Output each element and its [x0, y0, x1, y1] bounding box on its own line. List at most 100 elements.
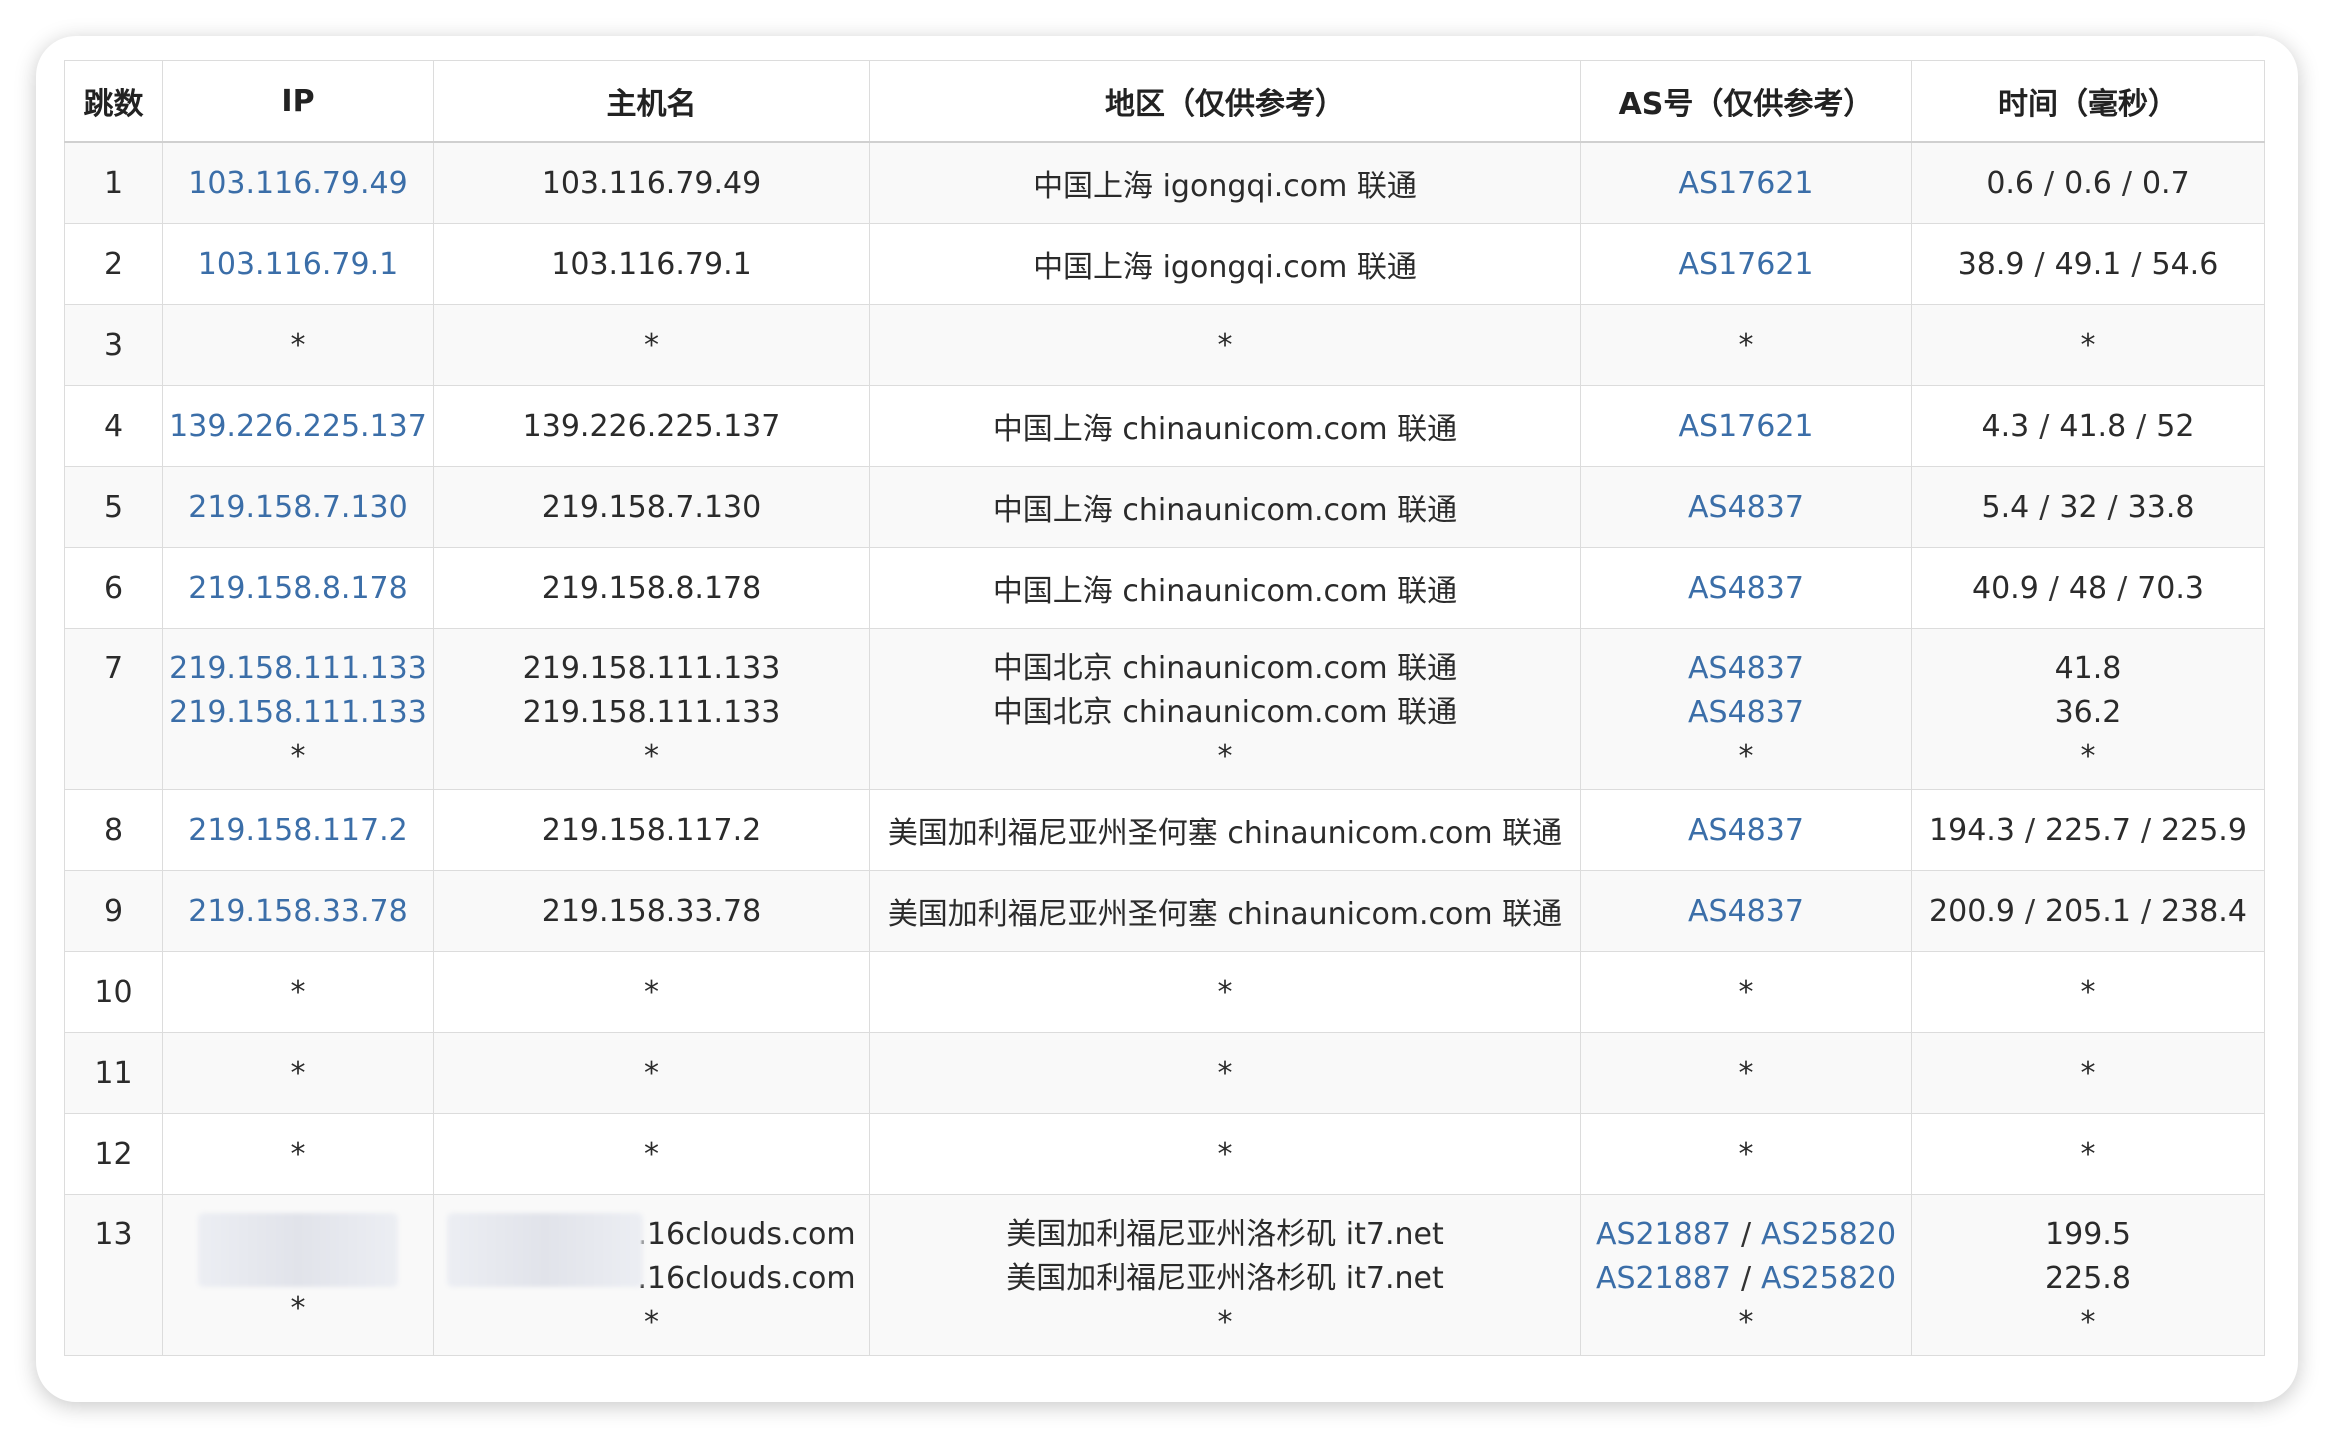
ip-link[interactable]: 103.116.79.1	[198, 247, 398, 282]
time-cell: 0.6/0.6/0.7	[1911, 141, 2265, 224]
region-line: 中国北京 chinaunicom.com 联通	[992, 695, 1458, 730]
ip-cell: 219.158.7.130	[162, 466, 434, 548]
region-line: *	[1217, 739, 1233, 774]
time-value: 205.1	[2045, 893, 2131, 929]
as-cell: AS4837 AS4837 *	[1580, 628, 1912, 790]
as-link[interactable]: AS21887	[1596, 1261, 1731, 1296]
ip-link[interactable]: 219.158.111.133	[169, 691, 427, 735]
time-value: 200.9	[1929, 893, 2015, 929]
ip-link[interactable]: 219.158.7.130	[188, 490, 407, 525]
as-cell: AS4837	[1580, 466, 1912, 548]
hostname-line: .16clouds.com	[637, 1217, 856, 1252]
table-row: 11 * * * * *	[64, 1032, 2265, 1114]
ip-link[interactable]: 219.158.8.178	[188, 571, 407, 606]
hostname-cell: 103.116.79.1	[433, 223, 870, 305]
time-value: 238.4	[2161, 893, 2247, 929]
ip-link[interactable]: 103.116.79.49	[188, 166, 407, 201]
table-header-row: 跳数 IP 主机名 地区（仅供参考） AS号（仅供参考） 时间（毫秒）	[64, 60, 2265, 143]
table-row: 4 139.226.225.137 139.226.225.137 中国上海 c…	[64, 385, 2265, 467]
as-link[interactable]: AS17621	[1679, 247, 1814, 282]
as-cell: *	[1580, 951, 1912, 1033]
as-link[interactable]: AS21887	[1596, 1217, 1731, 1252]
hostname-cell: *	[433, 304, 870, 386]
time-separator: /	[2131, 246, 2142, 282]
as-link[interactable]: AS4837	[1587, 647, 1905, 691]
redacted-ip	[198, 1213, 398, 1287]
ip-cell: *	[162, 1194, 434, 1356]
ip-cell: 219.158.33.78	[162, 870, 434, 952]
hop-number: 6	[64, 547, 163, 629]
hop-number: 9	[64, 870, 163, 952]
traceroute-table: 跳数 IP 主机名 地区（仅供参考） AS号（仅供参考） 时间（毫秒） 1 10…	[64, 60, 2265, 1356]
hostname-cell: 103.116.79.49	[433, 141, 870, 224]
time-cell: 200.9/205.1/238.4	[1911, 870, 2265, 952]
time-separator: /	[2048, 570, 2059, 606]
as-link[interactable]: AS4837	[1688, 490, 1804, 525]
hostname-line: .16clouds.com	[637, 1261, 856, 1296]
traceroute-card: 跳数 IP 主机名 地区（仅供参考） AS号（仅供参考） 时间（毫秒） 1 10…	[36, 36, 2298, 1402]
table-row: 6 219.158.8.178 219.158.8.178 中国上海 china…	[64, 547, 2265, 629]
region-cell: *	[869, 1113, 1581, 1195]
hostname-cell: 219.158.7.130	[433, 466, 870, 548]
hostname-line: *	[644, 739, 659, 774]
time-cell: 40.9/48/70.3	[1911, 547, 2265, 629]
hostname-redacted-group: .16clouds.com .16clouds.com	[440, 1213, 863, 1301]
table-row: 5 219.158.7.130 219.158.7.130 中国上海 china…	[64, 466, 2265, 548]
region-cell: *	[869, 1032, 1581, 1114]
time-value: 225.9	[2161, 812, 2247, 848]
as-link[interactable]: AS17621	[1679, 409, 1814, 444]
table-row: 2 103.116.79.1 103.116.79.1 中国上海 igongqi…	[64, 223, 2265, 305]
ip-link[interactable]: 219.158.111.133	[169, 647, 427, 691]
as-link[interactable]: AS17621	[1679, 166, 1814, 201]
time-separator: /	[2039, 408, 2050, 444]
region-cell: *	[869, 304, 1581, 386]
hop-number: 8	[64, 789, 163, 871]
time-separator: /	[2107, 489, 2118, 525]
ip-link[interactable]: 219.158.117.2	[188, 813, 407, 848]
hostname-timeout: *	[644, 1305, 659, 1340]
ip-link[interactable]: 139.226.225.137	[169, 409, 427, 444]
time-cell: 38.9/49.1/54.6	[1911, 223, 2265, 305]
as-link[interactable]: AS4837	[1587, 691, 1905, 735]
table-row: 8 219.158.117.2 219.158.117.2 美国加利福尼亚州圣何…	[64, 789, 2265, 871]
ip-cell: *	[162, 304, 434, 386]
time-separator: /	[2140, 893, 2152, 929]
header-time: 时间（毫秒）	[1911, 60, 2265, 143]
header-as: AS号（仅供参考）	[1580, 60, 1912, 143]
time-cell: *	[1911, 1032, 2265, 1114]
ip-timeout: *	[290, 739, 306, 774]
ip-link[interactable]: 219.158.33.78	[188, 894, 407, 929]
as-link[interactable]: AS4837	[1688, 571, 1804, 606]
time-separator: /	[2039, 489, 2050, 525]
as-link[interactable]: AS25820	[1761, 1217, 1896, 1252]
header-region: 地区（仅供参考）	[869, 60, 1581, 143]
as-link[interactable]: AS4837	[1688, 894, 1804, 929]
hop-number: 1	[64, 141, 163, 224]
hostname-line: 219.158.111.133	[522, 651, 781, 686]
as-cell: AS17621	[1580, 385, 1912, 467]
region-line: 美国加利福尼亚州洛杉矶 it7.net	[1006, 1217, 1444, 1252]
ip-cell: *	[162, 1113, 434, 1195]
hostname-cell: 219.158.8.178	[433, 547, 870, 629]
as-pair: AS21887 / AS25820	[1587, 1257, 1905, 1301]
hop-number: 5	[64, 466, 163, 548]
time-separator: /	[2121, 165, 2132, 201]
time-value: 0.6	[1986, 165, 2035, 201]
as-link[interactable]: AS25820	[1761, 1261, 1896, 1296]
region-line: 美国加利福尼亚州洛杉矶 it7.net	[1006, 1261, 1444, 1296]
ip-timeout: *	[290, 1291, 306, 1326]
hostname-cell: *	[433, 1113, 870, 1195]
time-separator: /	[2034, 246, 2045, 282]
hostname-cell: .16clouds.com .16clouds.com *	[433, 1194, 870, 1356]
table-row: 10 * * * * *	[64, 951, 2265, 1033]
as-link[interactable]: AS4837	[1688, 813, 1804, 848]
header-hostname: 主机名	[433, 60, 870, 143]
ip-cell: 103.116.79.1	[162, 223, 434, 305]
as-cell: *	[1580, 1032, 1912, 1114]
hop-number: 11	[64, 1032, 163, 1114]
ip-cell: 219.158.111.133 219.158.111.133 *	[162, 628, 434, 790]
time-value: 41.8	[2059, 408, 2127, 444]
region-cell: 中国上海 igongqi.com 联通	[869, 223, 1581, 305]
ip-cell: *	[162, 1032, 434, 1114]
time-cell: *	[1911, 304, 2265, 386]
